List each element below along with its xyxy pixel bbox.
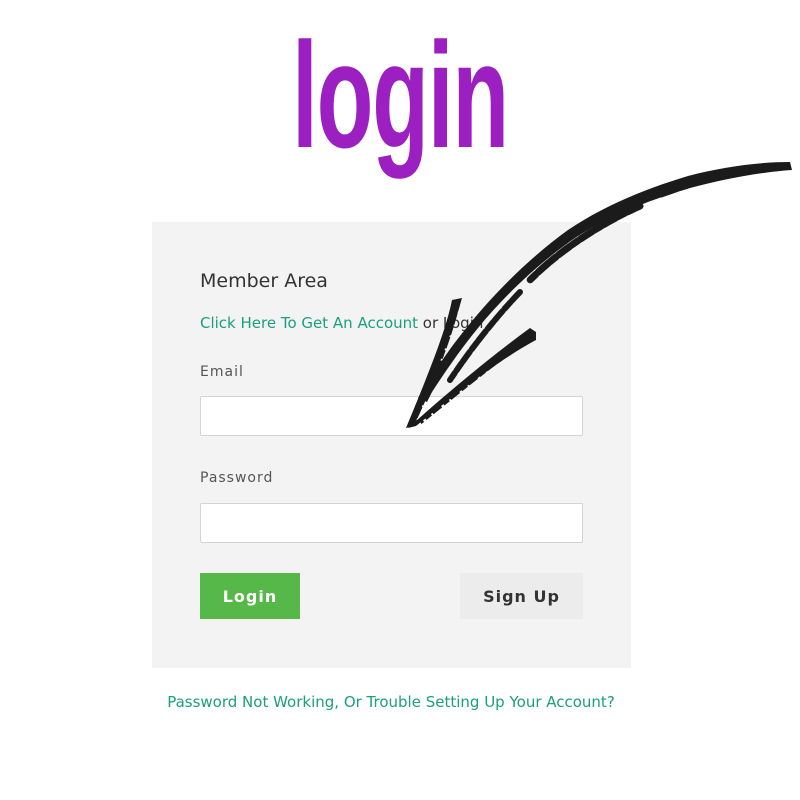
email-label: Email: [200, 364, 244, 380]
password-label: Password: [200, 470, 274, 486]
panel-heading: Member Area: [200, 270, 328, 292]
get-account-link[interactable]: Click Here To Get An Account: [200, 314, 418, 332]
signup-button[interactable]: Sign Up: [460, 573, 583, 619]
page-title: login: [292, 11, 509, 179]
email-field[interactable]: [200, 396, 583, 436]
login-panel: Member Area Click Here To Get An Account…: [152, 222, 631, 668]
trouble-link[interactable]: Password Not Working, Or Trouble Setting…: [0, 693, 782, 711]
login-button[interactable]: Login: [200, 573, 300, 619]
signup-suffix-text: or Login: [418, 314, 484, 332]
password-field[interactable]: [200, 503, 583, 543]
signup-line: Click Here To Get An Account or Login: [200, 314, 483, 332]
